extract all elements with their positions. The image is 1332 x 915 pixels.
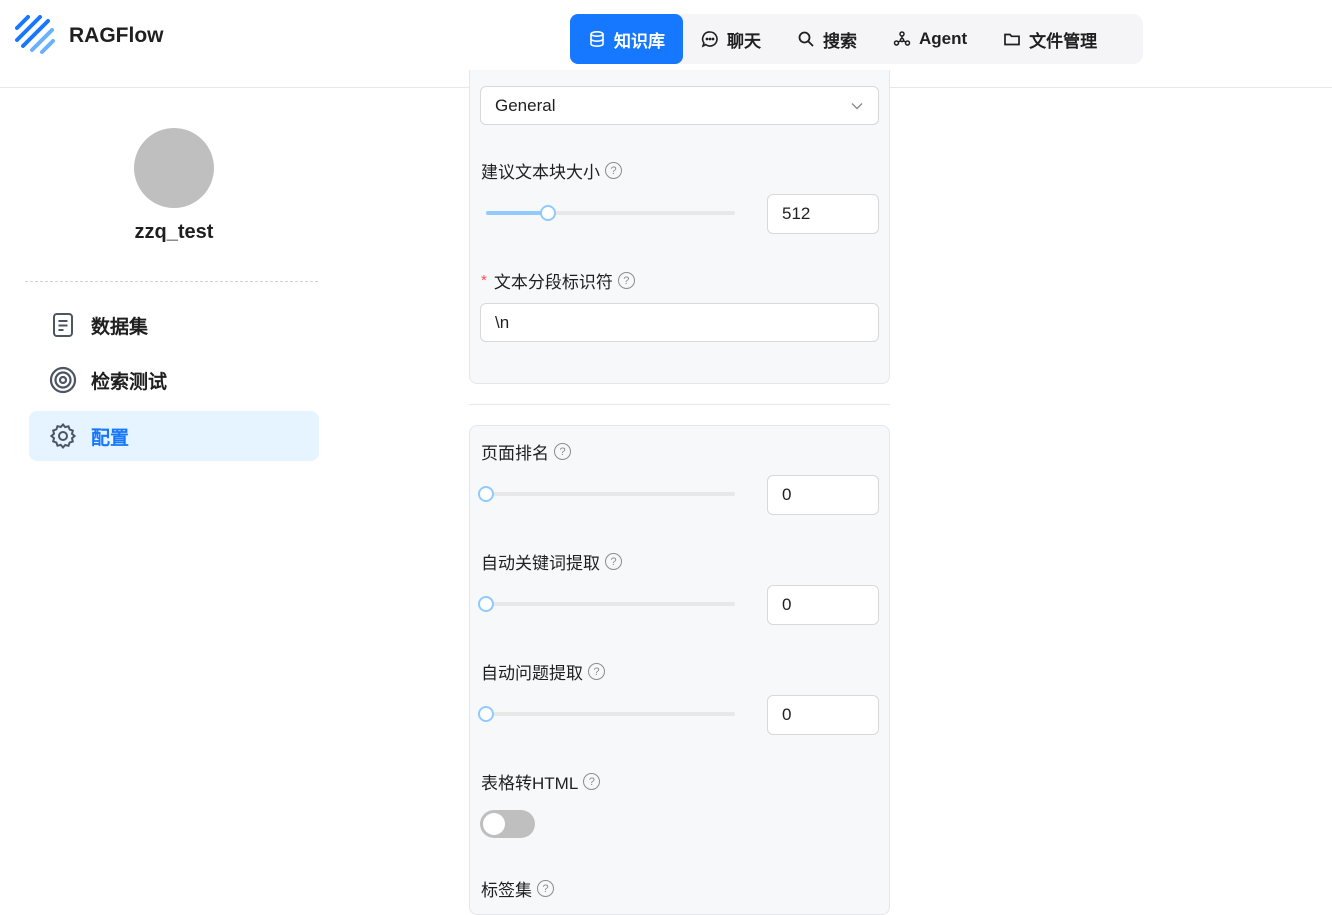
nav-chat[interactable]: 聊天 <box>683 14 779 64</box>
auto-questions-input[interactable]: 0 <box>767 695 879 735</box>
help-icon[interactable]: ? <box>617 272 635 289</box>
tag-sets-label: 标签集 ? <box>481 876 554 901</box>
ragflow-logo-icon[interactable] <box>14 14 56 56</box>
chunk-size-slider[interactable] <box>486 205 735 221</box>
nav-agent[interactable]: Agent <box>875 14 985 64</box>
toggle-knob <box>483 813 505 835</box>
avatar <box>134 128 214 208</box>
chunk-size-value: 512 <box>782 204 811 223</box>
slider-handle[interactable] <box>478 706 494 722</box>
help-icon[interactable]: ? <box>583 773 601 790</box>
brand-name: RAGFlow <box>69 24 164 47</box>
nav-label: 文件管理 <box>1029 31 1098 51</box>
page-rank-label-text: 页面排名 <box>481 444 549 463</box>
help-icon[interactable]: ? <box>537 880 554 897</box>
auto-keywords-input[interactable]: 0 <box>767 585 879 625</box>
nav-label: 知识库 <box>614 31 665 51</box>
gear-icon <box>49 422 77 450</box>
main-nav: 知识库 聊天 搜索 Agent 文件管理 <box>570 14 1143 64</box>
slider-handle[interactable] <box>478 596 494 612</box>
chevron-down-icon <box>851 103 863 110</box>
folder-icon <box>1004 33 1021 46</box>
sidebar-item-label: 检索测试 <box>91 371 168 393</box>
html4excel-toggle[interactable] <box>480 810 535 838</box>
nav-file-management[interactable]: 文件管理 <box>985 14 1115 64</box>
slider-handle[interactable] <box>478 486 494 502</box>
slider-track-fill <box>486 211 549 215</box>
nav-label: 聊天 <box>727 31 761 51</box>
auto-keywords-value: 0 <box>782 595 792 614</box>
chat-icon <box>701 31 718 48</box>
target-icon <box>49 366 77 394</box>
nav-label: 搜索 <box>823 31 857 51</box>
sidebar-item-label: 数据集 <box>91 316 149 338</box>
sidebar-item-label: 配置 <box>91 427 130 449</box>
help-icon[interactable]: ? <box>605 162 622 179</box>
page-rank-label: 页面排名 ? <box>481 439 571 464</box>
nav-label: Agent <box>919 29 968 48</box>
auto-questions-label-text: 自动问题提取 <box>481 664 583 683</box>
html4excel-label-text: 表格转HTML <box>481 774 579 793</box>
sidebar-item-dataset[interactable]: 数据集 <box>29 300 319 350</box>
auto-questions-slider[interactable] <box>478 706 735 722</box>
database-icon <box>590 30 604 48</box>
required-mark: * <box>481 272 487 289</box>
document-icon <box>53 313 73 337</box>
sidebar-divider <box>25 281 318 282</box>
chunk-size-input[interactable]: 512 <box>767 194 879 234</box>
chunk-method-select[interactable]: General <box>480 86 879 125</box>
nav-search[interactable]: 搜索 <box>779 14 875 64</box>
delimiter-label: * 文本分段标识符 ? <box>481 268 635 293</box>
auto-questions-value: 0 <box>782 705 792 724</box>
page-rank-input[interactable]: 0 <box>767 475 879 515</box>
select-value: General <box>495 95 556 115</box>
knowledge-base-name: zzq_test <box>134 221 214 243</box>
section-separator <box>469 404 890 405</box>
sidebar-item-configuration[interactable]: 配置 <box>29 411 319 461</box>
delimiter-input[interactable]: \n <box>480 303 879 342</box>
auto-questions-label: 自动问题提取 ? <box>481 659 605 684</box>
help-icon[interactable]: ? <box>605 553 622 570</box>
auto-keywords-label-text: 自动关键词提取 <box>481 554 600 573</box>
tag-sets-label-text: 标签集 <box>481 881 532 900</box>
page-rank-slider[interactable] <box>478 486 735 502</box>
auto-keywords-slider[interactable] <box>478 596 735 612</box>
chunk-size-label-text: 建议文本块大小 <box>481 163 600 182</box>
auto-keywords-label: 自动关键词提取 ? <box>481 549 622 574</box>
delimiter-value: \n <box>495 312 510 332</box>
page-rank-value: 0 <box>782 485 792 504</box>
help-icon[interactable]: ? <box>588 663 605 680</box>
help-icon[interactable]: ? <box>554 443 571 460</box>
nav-knowledge-base[interactable]: 知识库 <box>570 14 683 64</box>
html4excel-label: 表格转HTML ? <box>481 769 601 794</box>
search-icon <box>798 31 814 47</box>
sidebar-item-retrieval-test[interactable]: 检索测试 <box>29 355 319 405</box>
delimiter-label-text: 文本分段标识符 <box>493 273 613 292</box>
chunk-size-label: 建议文本块大小 ? <box>481 158 622 183</box>
agent-icon <box>893 31 911 46</box>
